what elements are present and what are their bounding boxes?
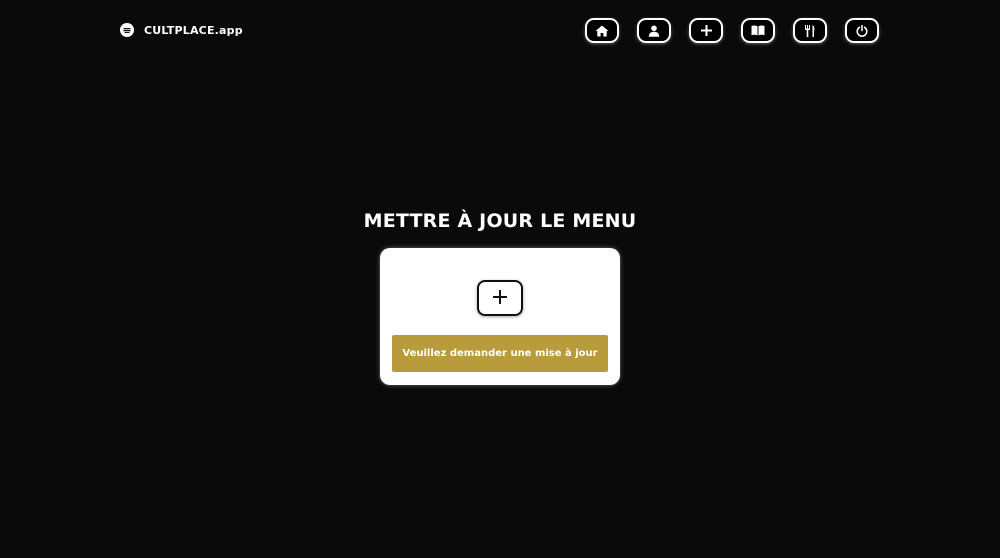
add-button[interactable] [689, 18, 723, 43]
menu-book-button[interactable] [741, 18, 775, 43]
power-icon [856, 24, 868, 37]
user-icon [648, 25, 660, 37]
add-menu-button[interactable] [477, 280, 523, 316]
plus-icon [493, 289, 507, 308]
brand[interactable]: CULTPLACE.app [120, 22, 243, 38]
top-nav [585, 18, 879, 43]
cultplace-logo-icon [120, 23, 134, 37]
request-update-button[interactable]: Veuillez demander une mise à jour [392, 335, 608, 372]
restaurant-icon [804, 24, 816, 37]
home-button[interactable] [585, 18, 619, 43]
page: CULTPLACE.app METTRE À JOUR LE MENU Veui… [0, 0, 1000, 558]
request-update-label: Veuillez demander une mise à jour [402, 348, 598, 359]
page-title: METTRE À JOUR LE MENU [363, 210, 637, 232]
home-icon [595, 25, 609, 37]
profile-button[interactable] [637, 18, 671, 43]
plus-icon [700, 25, 712, 36]
brand-name: CULTPLACE.app [144, 23, 243, 37]
restaurant-button[interactable] [793, 18, 827, 43]
logout-button[interactable] [845, 18, 879, 43]
book-icon [751, 25, 765, 36]
update-menu-card: Veuillez demander une mise à jour [380, 248, 620, 385]
